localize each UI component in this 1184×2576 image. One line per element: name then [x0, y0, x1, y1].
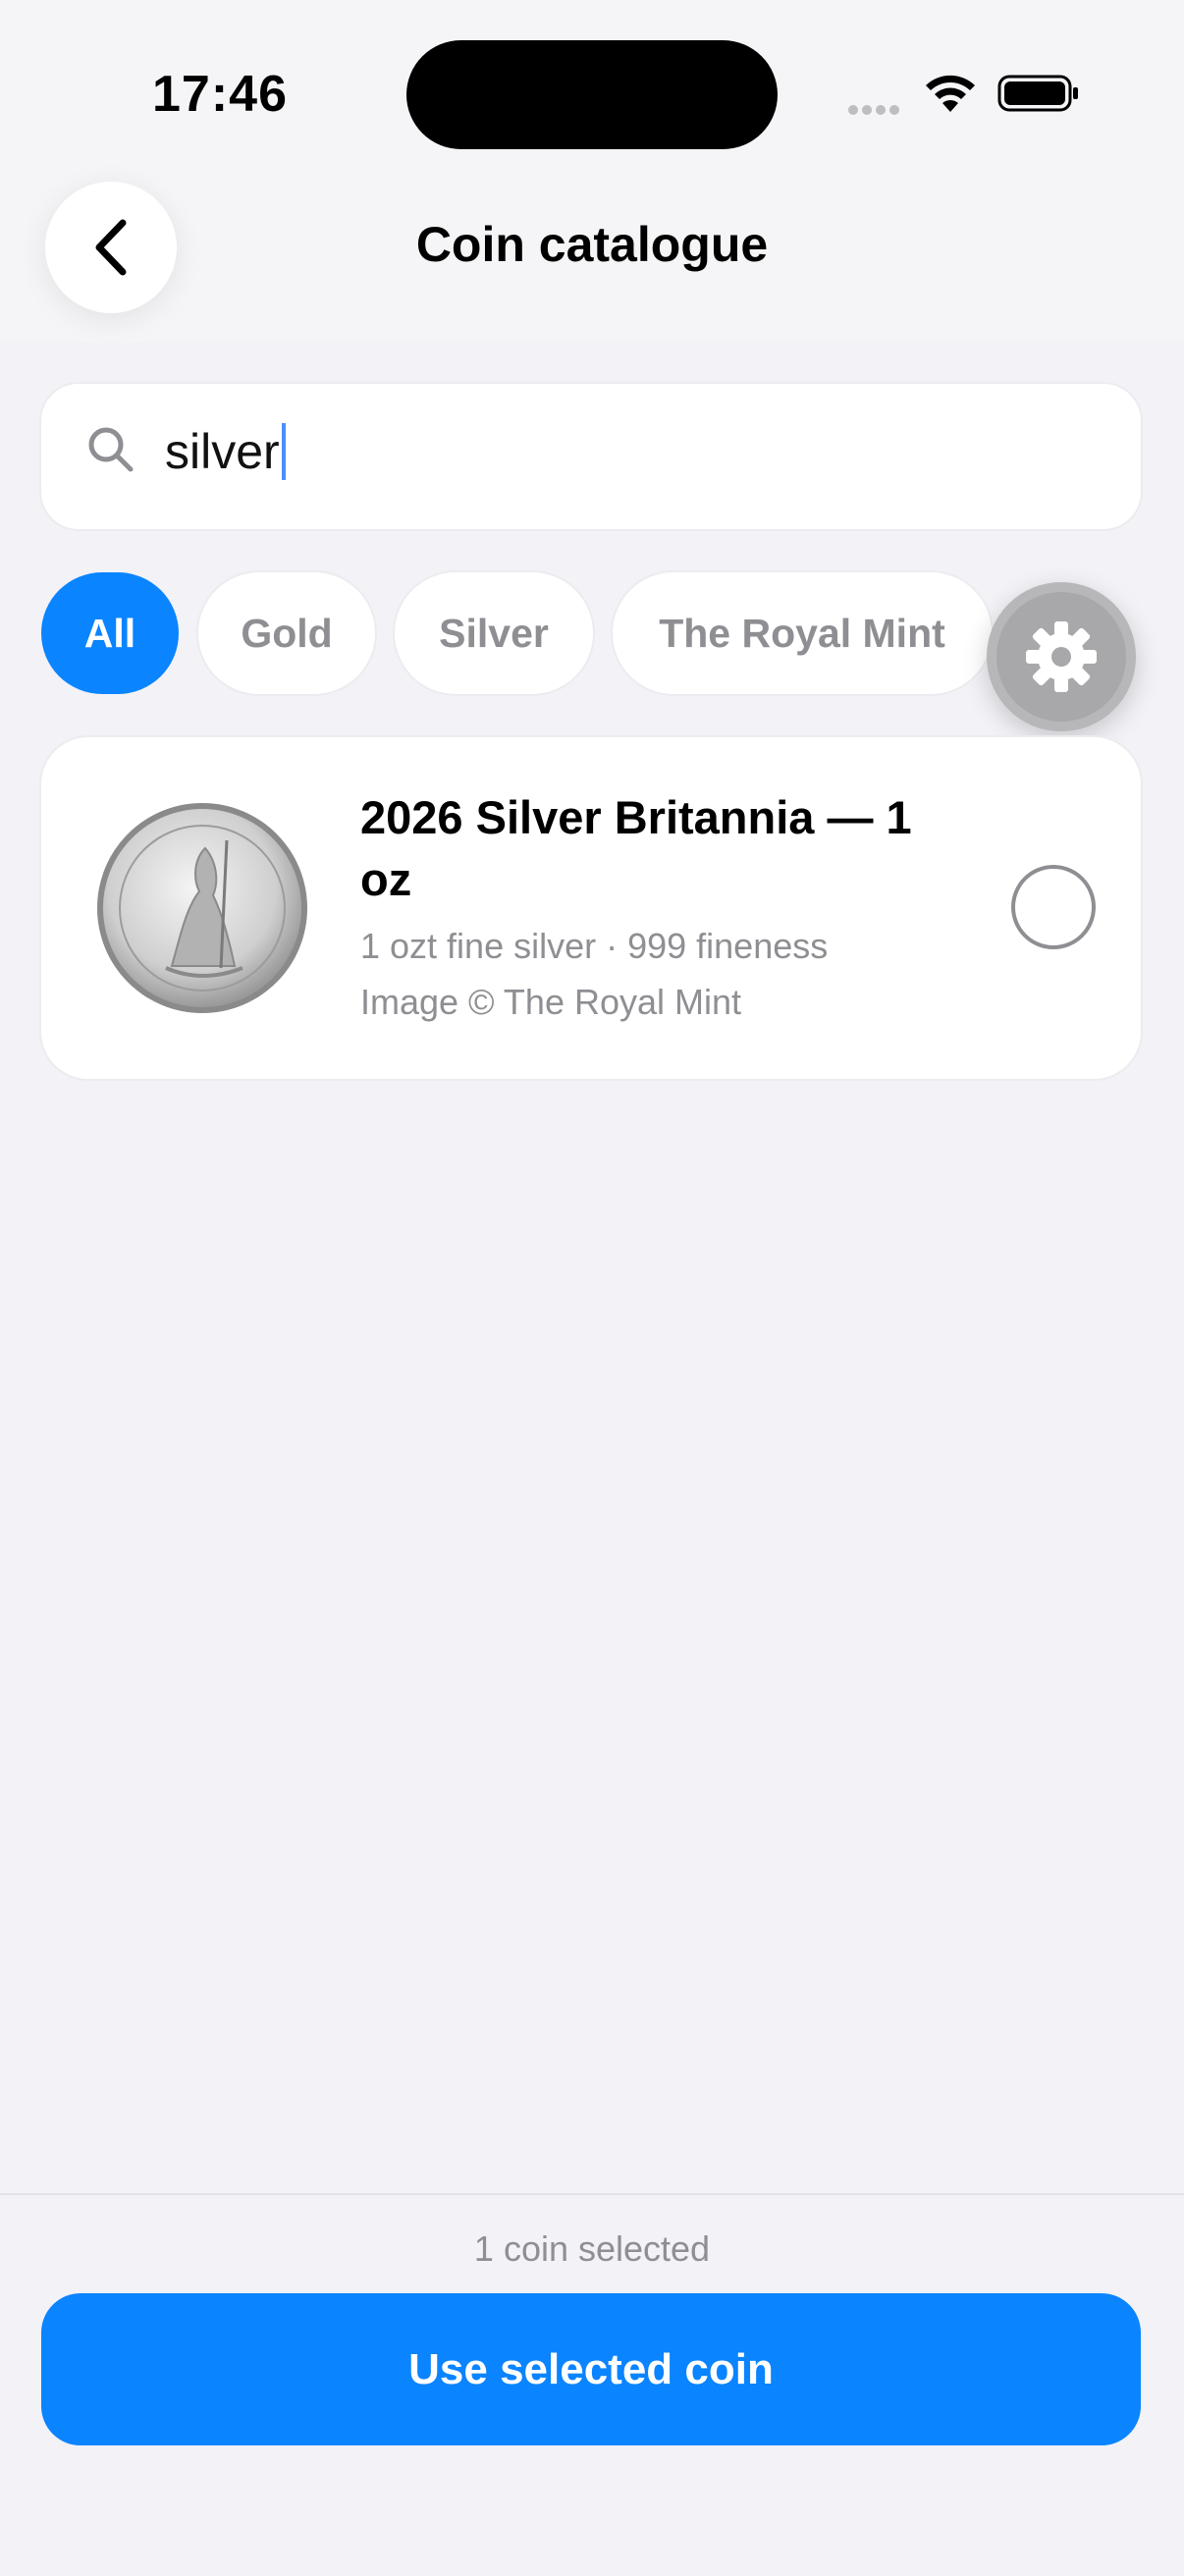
coin-list-item[interactable]: 2026 Silver Britannia — 1 oz 1 ozt fine … — [41, 737, 1141, 1079]
selection-count: 1 coin selected — [473, 2228, 711, 2269]
page-title: Coin catalogue — [415, 217, 769, 272]
dynamic-island — [406, 40, 778, 149]
gear-icon — [1026, 621, 1097, 692]
status-time: 17:46 — [152, 66, 288, 123]
cellular-signal-icon — [848, 102, 903, 120]
filter-chip-gold[interactable]: Gold — [198, 572, 375, 694]
coin-select-radio[interactable] — [1011, 865, 1096, 949]
search-icon — [88, 427, 134, 472]
coin-subtitle: 1 ozt fine silver · 999 fineness — [360, 926, 829, 966]
coin-title: 2026 Silver Britannia — 1 oz — [360, 791, 912, 905]
wifi-icon — [923, 73, 978, 119]
settings-button[interactable] — [987, 582, 1136, 731]
coin-image — [97, 803, 307, 1013]
coin-image-credit: Image © The Royal Mint — [360, 982, 742, 1022]
battery-icon — [997, 73, 1080, 119]
use-selected-coin-button[interactable]: Use selected coin — [41, 2293, 1141, 2445]
bottom-bar: 1 coin selected Use selected coin — [0, 2193, 1184, 2576]
filter-chip-all[interactable]: All — [41, 572, 179, 694]
text-cursor — [281, 423, 286, 480]
search-input-value: silver — [165, 424, 280, 479]
navigation-bar: 17:46 Coin catalogue — [0, 0, 1184, 342]
search-field[interactable]: silver — [41, 384, 1141, 529]
filter-chip-silver[interactable]: Silver — [395, 572, 593, 694]
filter-chip-the-royal-mint[interactable]: The Royal Mint — [613, 572, 992, 694]
search-input[interactable]: silver — [165, 423, 286, 480]
